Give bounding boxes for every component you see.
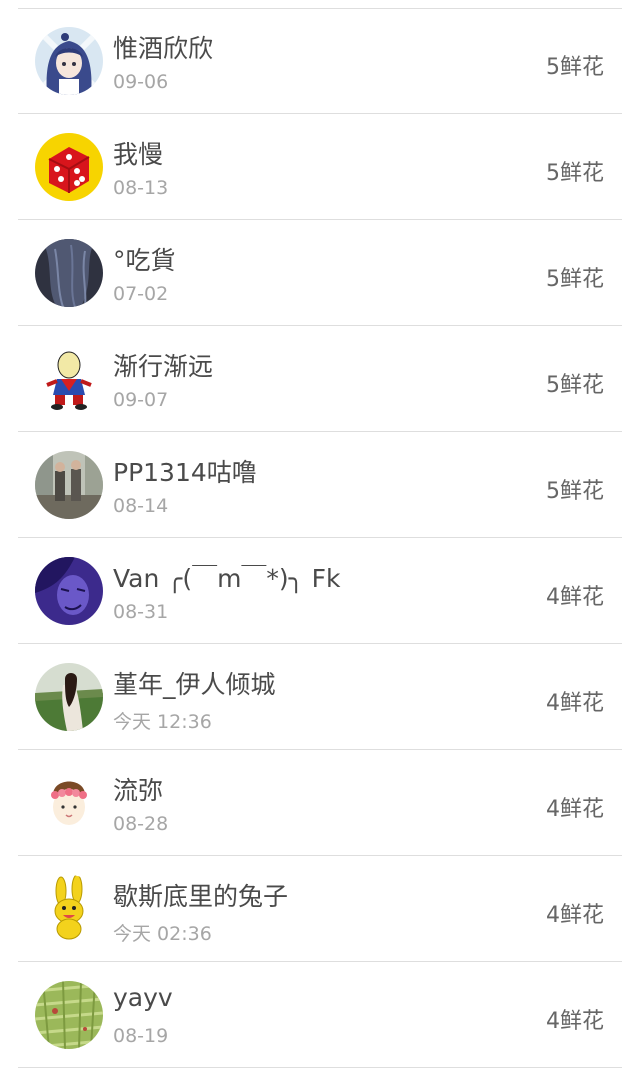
user-name[interactable]: 我慢 bbox=[113, 135, 163, 171]
user-name[interactable]: 渐行渐远 bbox=[113, 347, 213, 383]
post-date: 08-31 bbox=[113, 601, 169, 623]
green-grass-avatar[interactable] bbox=[35, 981, 103, 1049]
user-name[interactable]: 流弥 bbox=[113, 771, 163, 807]
list-item[interactable]: 歇斯底里的兔子 今天 02:36 4鲜花 bbox=[18, 857, 622, 962]
post-date: 今天 02:36 bbox=[113, 923, 212, 945]
street-photo-avatar[interactable] bbox=[35, 451, 103, 519]
anime-girl-avatar[interactable] bbox=[35, 27, 103, 95]
post-date: 08-13 bbox=[113, 177, 169, 199]
cartoon-boy-avatar[interactable] bbox=[35, 345, 103, 413]
user-name[interactable]: 歇斯底里的兔子 bbox=[113, 877, 288, 913]
flower-ranking-list: 惟酒欣欣 09-06 5鲜花 我慢 08-13 5鲜花 °吃貨 07-02 5鲜… bbox=[0, 0, 640, 1074]
purple-face-avatar[interactable] bbox=[35, 557, 103, 625]
post-date: 08-28 bbox=[113, 813, 169, 835]
post-date: 今天 12:36 bbox=[113, 711, 212, 733]
list-item[interactable]: 我慢 08-13 5鲜花 bbox=[18, 115, 622, 220]
post-date: 09-07 bbox=[113, 389, 169, 411]
flower-count: 5鲜花 bbox=[546, 55, 604, 80]
list-item[interactable]: 堇年_伊人倾城 今天 12:36 4鲜花 bbox=[18, 645, 622, 750]
flower-count: 4鲜花 bbox=[546, 903, 604, 928]
flower-crown-girl-avatar[interactable] bbox=[35, 769, 103, 837]
list-item[interactable]: yayv 08-19 4鲜花 bbox=[18, 963, 622, 1068]
flower-count: 4鲜花 bbox=[546, 1009, 604, 1034]
list-item[interactable]: PP1314咕噜 08-14 5鲜花 bbox=[18, 433, 622, 538]
list-item[interactable]: 惟酒欣欣 09-06 5鲜花 bbox=[18, 9, 622, 114]
flower-count: 5鲜花 bbox=[546, 373, 604, 398]
flower-count: 5鲜花 bbox=[546, 479, 604, 504]
list-item[interactable]: 流弥 08-28 4鲜花 bbox=[18, 751, 622, 856]
flower-count: 4鲜花 bbox=[546, 691, 604, 716]
user-name[interactable]: PP1314咕噜 bbox=[113, 453, 257, 489]
post-date: 08-14 bbox=[113, 495, 169, 517]
red-dice-avatar[interactable] bbox=[35, 133, 103, 201]
user-name[interactable]: Van ╭(￣m￣*)╮ Fk bbox=[113, 559, 341, 595]
yellow-rabbit-avatar[interactable] bbox=[35, 875, 103, 943]
flower-count: 5鲜花 bbox=[546, 267, 604, 292]
post-date: 07-02 bbox=[113, 283, 169, 305]
post-date: 09-06 bbox=[113, 71, 169, 93]
user-name[interactable]: 惟酒欣欣 bbox=[113, 29, 213, 65]
user-name[interactable]: yayv bbox=[113, 983, 173, 1012]
user-name[interactable]: 堇年_伊人倾城 bbox=[113, 665, 276, 701]
flower-count: 4鲜花 bbox=[546, 585, 604, 610]
post-date: 08-19 bbox=[113, 1025, 169, 1047]
list-item[interactable]: °吃貨 07-02 5鲜花 bbox=[18, 221, 622, 326]
list-item[interactable]: Van ╭(￣m￣*)╮ Fk 08-31 4鲜花 bbox=[18, 539, 622, 644]
girl-field-avatar[interactable] bbox=[35, 663, 103, 731]
user-name[interactable]: °吃貨 bbox=[113, 241, 176, 277]
flower-count: 4鲜花 bbox=[546, 797, 604, 822]
list-item[interactable]: 渐行渐远 09-07 5鲜花 bbox=[18, 327, 622, 432]
flower-count: 5鲜花 bbox=[546, 161, 604, 186]
dark-hair-avatar[interactable] bbox=[35, 239, 103, 307]
